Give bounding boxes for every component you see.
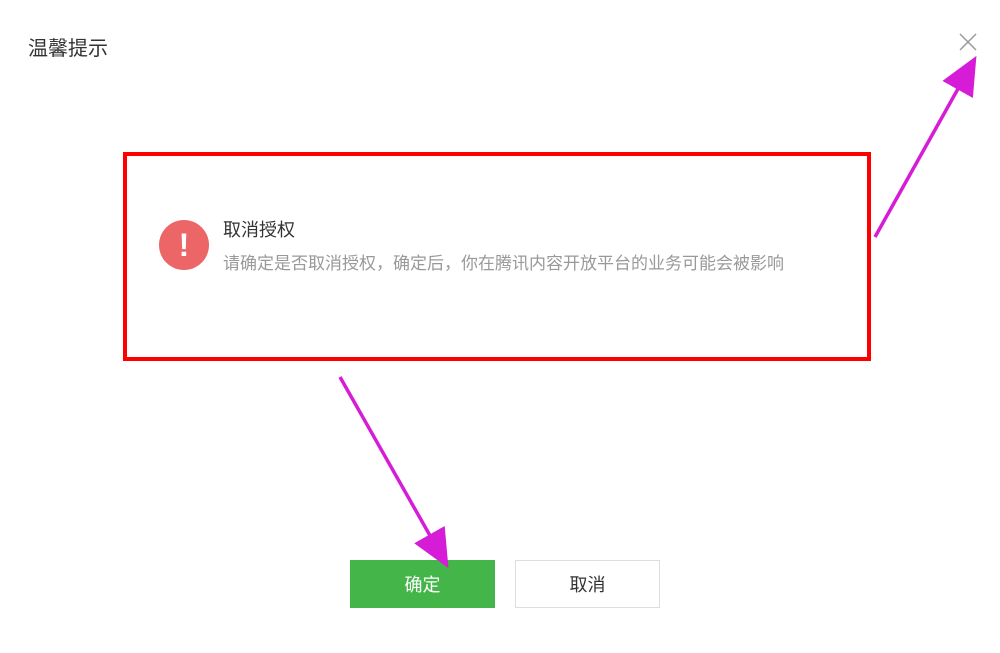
annotation-arrow-to-confirm-icon	[330, 367, 465, 577]
dialog-title: 温馨提示	[28, 32, 108, 61]
alert-box: ! 取消授权 请确定是否取消授权，确定后，你在腾讯内容开放平台的业务可能会被影响	[123, 152, 871, 361]
close-button[interactable]	[954, 28, 982, 56]
annotation-arrow-to-close-icon	[870, 52, 985, 242]
cancel-button[interactable]: 取消	[515, 560, 660, 608]
confirm-button[interactable]: 确定	[350, 560, 495, 608]
warning-icon: !	[159, 220, 209, 270]
alert-message: 请确定是否取消授权，确定后，你在腾讯内容开放平台的业务可能会被影响	[223, 250, 827, 279]
alert-content: 取消授权 请确定是否取消授权，确定后，你在腾讯内容开放平台的业务可能会被影响	[223, 216, 827, 279]
close-icon	[956, 30, 980, 54]
button-group: 确定 取消	[350, 560, 660, 608]
alert-heading: 取消授权	[223, 216, 827, 242]
